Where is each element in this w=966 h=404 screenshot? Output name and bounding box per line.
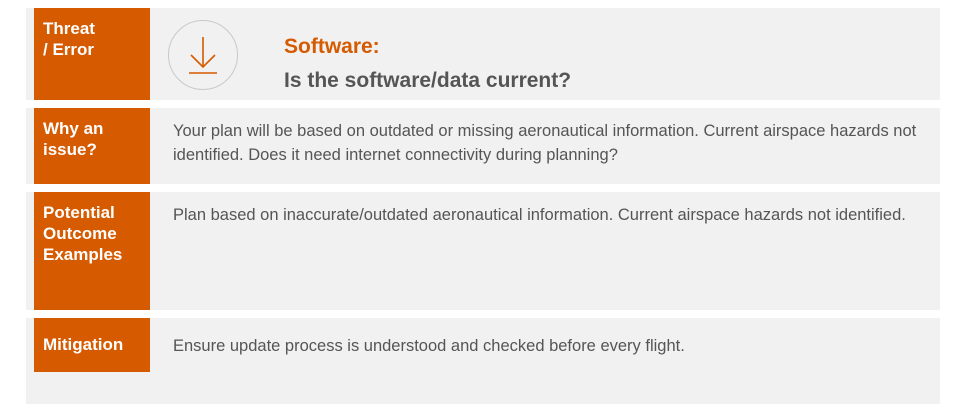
row-label-text: Potential Outcome Examples [43,203,123,264]
row-divider [26,100,940,108]
row-label-mitigation: Mitigation [34,318,150,372]
row-mitigation: Mitigation Ensure update process is unde… [26,318,940,372]
threat-error-card: Threat / Error Software: Is the software… [26,8,940,404]
row-label-potential-outcome: Potential Outcome Examples [34,192,150,310]
row-divider [26,184,940,192]
row-content-mitigation: Ensure update process is understood and … [173,337,685,355]
row-threat-error: Threat / Error Software: Is the software… [26,8,940,100]
row-content-why-an-issue: Your plan will be based on outdated or m… [173,122,917,164]
row-potential-outcome: Potential Outcome Examples Plan based on… [26,192,940,310]
title-category: Software: [284,35,380,58]
header-title-block: Software: Is the software/data current? [284,34,571,94]
row-label-text: Mitigation [43,335,124,354]
row-label-text: Threat / Error [43,19,95,59]
row-label-why-an-issue: Why an issue? [34,108,150,184]
title-question: Is the software/data current? [284,69,572,92]
row-divider [26,310,940,318]
row-content-potential-outcome: Plan based on inaccurate/outdated aerona… [173,206,906,224]
row-label-threat-error: Threat / Error [34,8,150,100]
download-arrow-icon [168,20,238,90]
row-why-an-issue: Why an issue? Your plan will be based on… [26,108,940,184]
row-label-text: Why an issue? [43,119,104,159]
